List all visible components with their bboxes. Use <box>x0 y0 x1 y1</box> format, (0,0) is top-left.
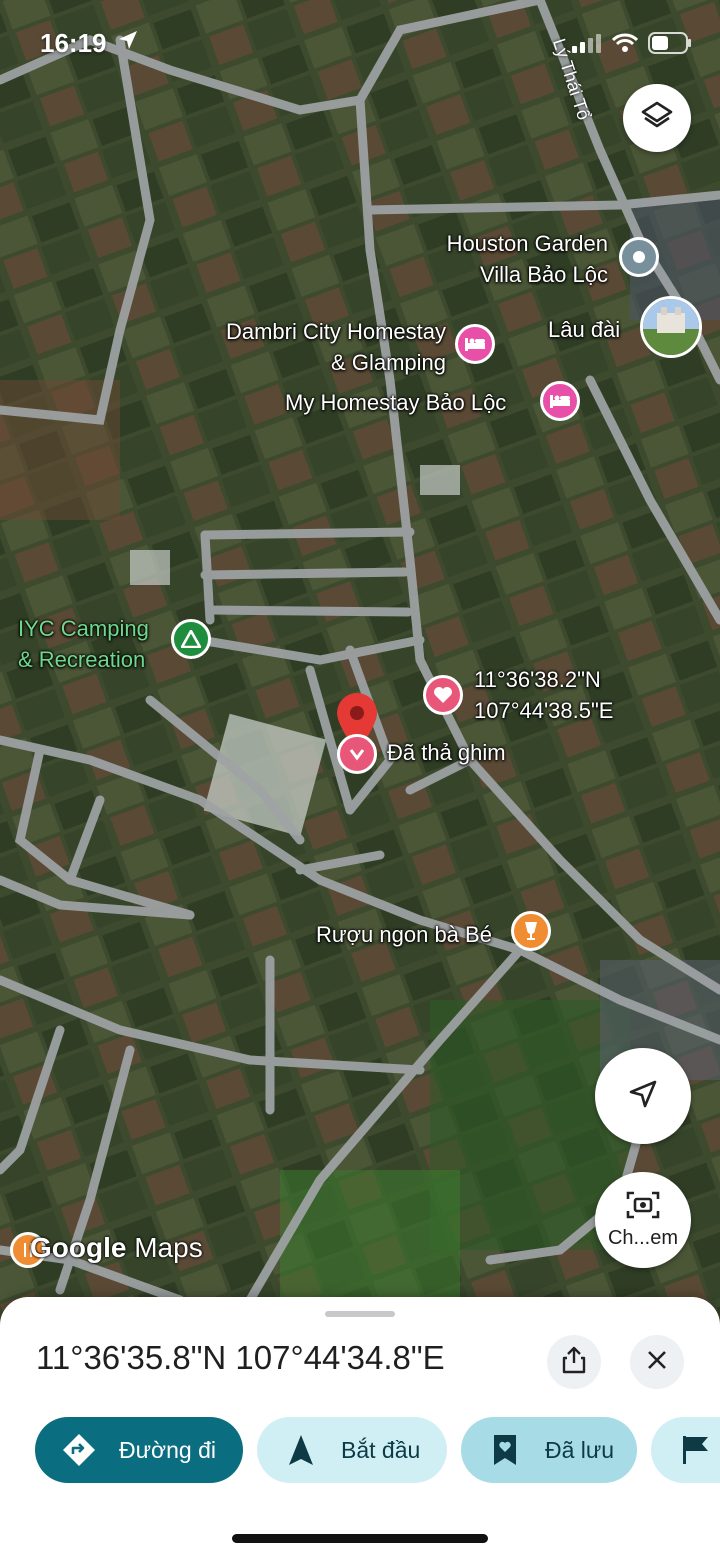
place-name: & Recreation <box>18 647 146 672</box>
layers-button[interactable] <box>623 84 691 152</box>
place-lau-dai[interactable]: Lâu đài <box>548 314 620 345</box>
place-dropped-pin[interactable]: Đã thả ghim <box>387 737 506 768</box>
flag-icon <box>677 1432 713 1468</box>
wifi-icon <box>611 33 639 58</box>
place-houston-garden[interactable]: Houston Garden Villa Bảo Lộc <box>428 228 608 290</box>
directions-diamond-icon <box>61 1432 97 1468</box>
camera-search-icon <box>626 1190 660 1225</box>
photo-thumbnail-icon[interactable] <box>640 296 702 358</box>
place-name: & Glamping <box>331 350 446 375</box>
logo-google: Google <box>30 1232 127 1263</box>
close-icon <box>647 1350 667 1375</box>
coordinates-title: 11°36'35.8"N 107°44'34.8"E <box>36 1339 445 1376</box>
my-location-button[interactable] <box>595 1048 691 1144</box>
close-button[interactable] <box>630 1335 684 1389</box>
place-name: IYC Camping <box>18 616 149 641</box>
logo-maps: Maps <box>134 1232 203 1263</box>
navigation-arrow-icon <box>627 1078 659 1115</box>
hotel-bed-icon[interactable] <box>540 381 580 421</box>
share-button[interactable] <box>547 1335 601 1389</box>
place-dot-icon[interactable] <box>619 237 659 277</box>
camera-search-label: Ch...em <box>607 1227 679 1249</box>
saved-button[interactable]: Đã lưu <box>461 1417 637 1483</box>
directions-label: Đường đi <box>119 1436 216 1463</box>
layers-icon <box>640 99 674 138</box>
label-button[interactable] <box>651 1417 720 1483</box>
saved-label: Đã lưu <box>545 1436 615 1463</box>
status-icons <box>572 32 692 59</box>
campground-icon[interactable] <box>171 619 211 659</box>
status-time: 16:19 <box>40 28 107 58</box>
place-name: Houston Garden <box>446 231 608 256</box>
place-name: Dambri City Homestay <box>225 319 446 344</box>
home-indicator[interactable] <box>232 1534 488 1543</box>
action-chips: Đường đi Bắt đầu Đã lưu <box>35 1417 720 1483</box>
heart-icon[interactable] <box>423 675 463 715</box>
wine-glass-icon[interactable] <box>511 911 551 951</box>
google-maps-logo: Google Maps <box>30 1232 203 1264</box>
bookmark-icon <box>487 1432 523 1468</box>
place-coords-line: 107°44'38.5"E <box>474 698 614 723</box>
status-bar: 16:19 <box>0 0 720 90</box>
navigation-arrow-icon <box>283 1432 319 1468</box>
location-arrow-icon <box>118 30 138 55</box>
cellular-signal-icon <box>572 33 602 58</box>
place-coords-line: 11°36'38.2"N <box>474 667 601 692</box>
drag-handle[interactable] <box>325 1311 395 1317</box>
place-name: Villa Bảo Lộc <box>479 262 608 287</box>
bottom-sheet[interactable]: 11°36'35.8"N 107°44'34.8"E Đường đi Bắt … <box>0 1297 720 1558</box>
start-button[interactable]: Bắt đầu <box>257 1417 447 1483</box>
battery-icon <box>648 32 692 59</box>
place-favorite-coords[interactable]: 11°36'38.2"N 107°44'38.5"E <box>474 664 613 726</box>
place-iyc-camping[interactable]: IYC Camping & Recreation <box>18 613 149 675</box>
directions-button[interactable]: Đường đi <box>35 1417 243 1483</box>
camera-search-button[interactable]: Ch...em <box>595 1172 691 1268</box>
place-my-homestay[interactable]: My Homestay Bảo Lộc <box>285 387 506 418</box>
share-icon <box>561 1346 587 1379</box>
dropped-pin-marker[interactable] <box>337 734 377 774</box>
place-ruou-ngon[interactable]: Rượu ngon bà Bé <box>316 919 492 950</box>
hotel-bed-icon[interactable] <box>455 324 495 364</box>
place-dambri-city-homestay[interactable]: Dambri City Homestay & Glamping <box>198 316 446 378</box>
start-label: Bắt đầu <box>341 1436 421 1463</box>
